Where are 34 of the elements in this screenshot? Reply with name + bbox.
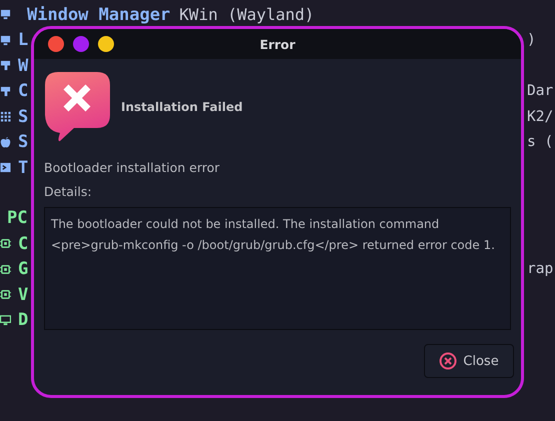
monitor-icon — [0, 314, 11, 326]
info-key: G — [18, 259, 28, 280]
dialog-heading: Installation Failed — [121, 100, 243, 114]
info-key: V — [18, 284, 28, 305]
info-value: K2/ — [527, 108, 554, 125]
info-value: KWin (Wayland) — [179, 5, 314, 24]
close-icon — [439, 352, 458, 370]
details-text: The bootloader could not be installed. The installation command <pre>grub-mkconfig -o /boot/grub/grub.cfg</pre> returned error code 1. — [44, 207, 511, 330]
error-message: Bootloader installation error — [44, 160, 220, 175]
grid-icon — [0, 111, 11, 122]
info-key: S — [18, 132, 28, 152]
info-key: Window Manager — [27, 4, 170, 25]
info-key: T — [18, 158, 28, 178]
error-icon — [44, 71, 111, 142]
info-key: D — [18, 310, 28, 330]
info-value: s ( — [527, 134, 554, 150]
chip-icon — [0, 289, 11, 300]
info-value: Dar — [527, 83, 554, 100]
info-value: rap — [527, 261, 554, 278]
info-value: ) — [527, 32, 536, 48]
window-control[interactable] — [48, 36, 64, 52]
window-control[interactable] — [98, 36, 114, 52]
window-title: Error — [260, 36, 296, 52]
info-key: C — [18, 234, 28, 254]
chip-icon — [0, 238, 11, 250]
close-button[interactable]: Close — [424, 344, 514, 378]
section-header: PC — [6, 206, 28, 230]
info-key: C — [18, 81, 28, 102]
chip-icon — [0, 264, 11, 275]
apple-icon — [0, 136, 11, 148]
info-key: S — [18, 106, 28, 127]
info-key: W — [18, 56, 28, 76]
details-label: Details: — [44, 184, 92, 199]
info-key: L — [18, 30, 28, 50]
